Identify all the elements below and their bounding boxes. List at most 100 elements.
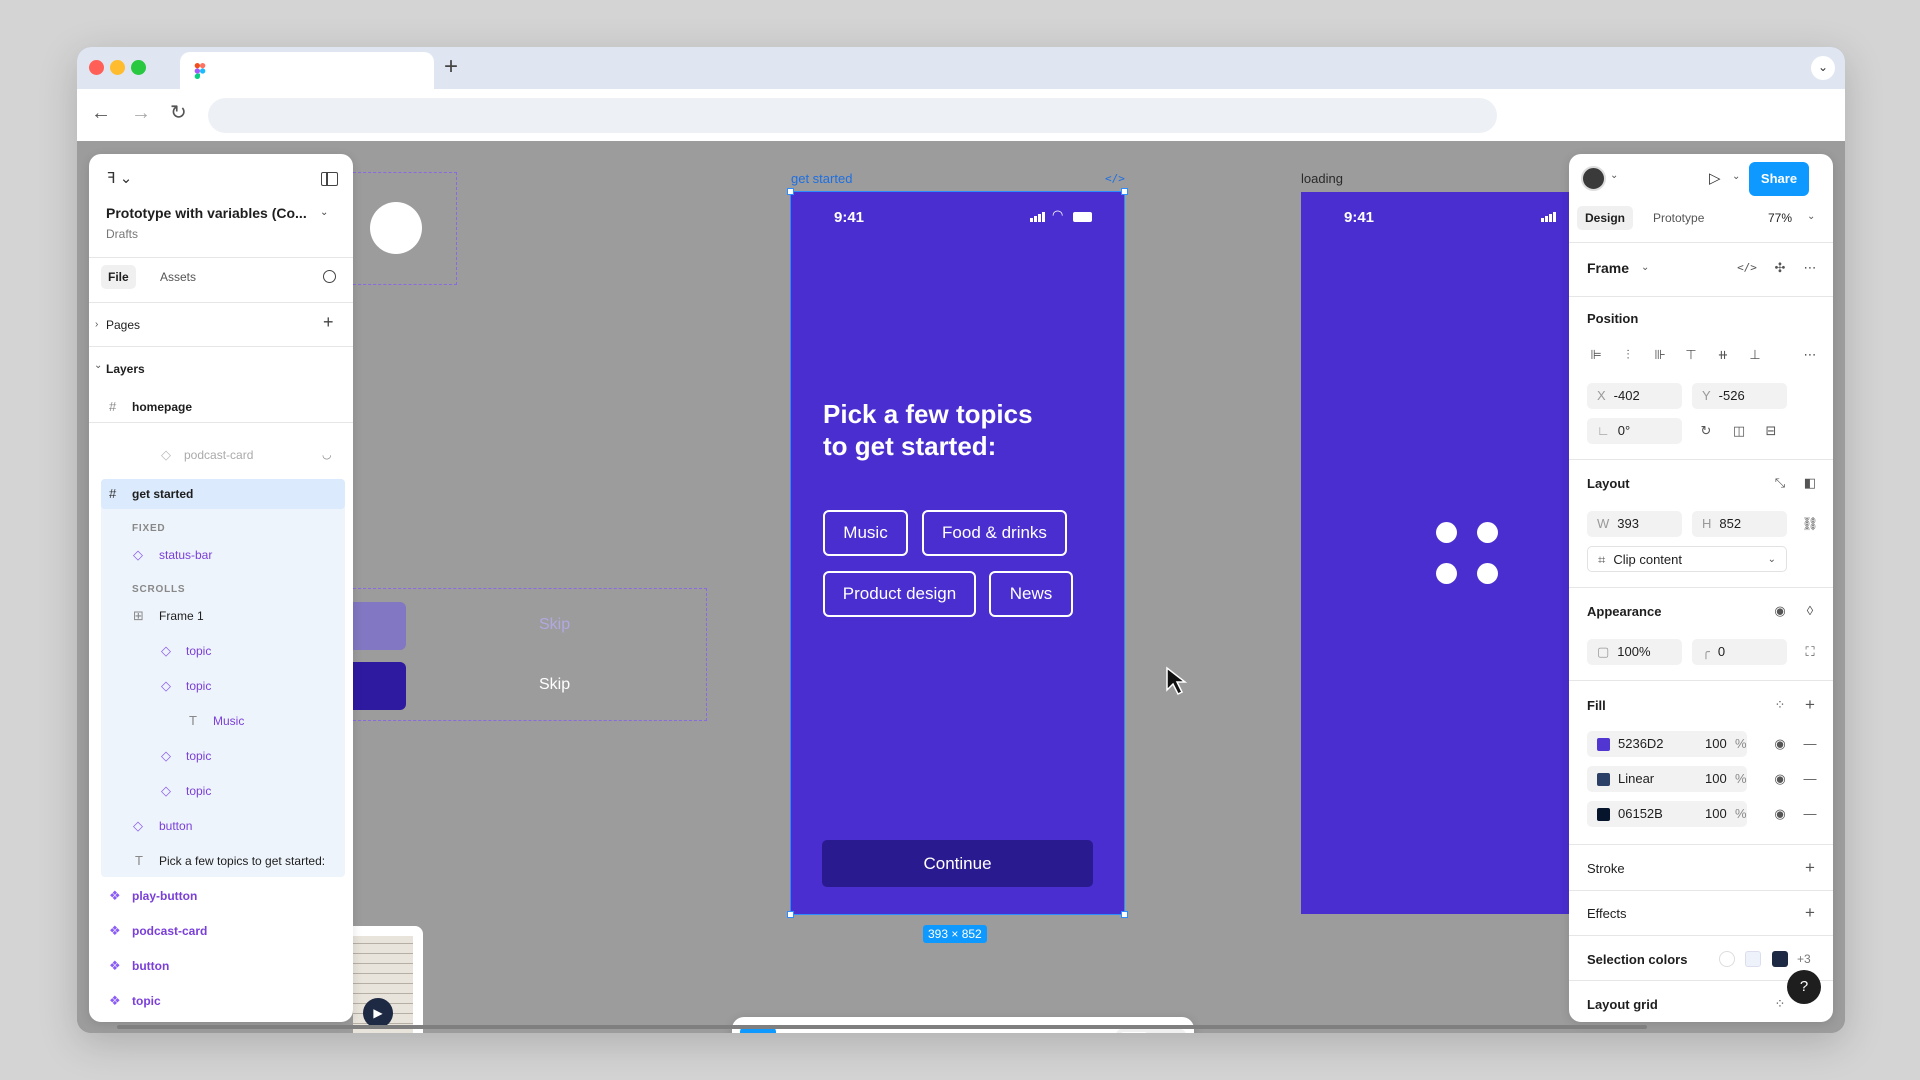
layer-heading-text[interactable]: T Pick a few topics to get started: [89, 846, 353, 876]
add-page-icon[interactable]: + [323, 312, 334, 333]
tab-prototype[interactable]: Prototype [1645, 206, 1712, 230]
browser-tab[interactable] [180, 52, 434, 89]
layer-podcast-card-component[interactable]: ❖ podcast-card [89, 916, 353, 946]
add-effect-icon[interactable]: + [1799, 902, 1821, 924]
layer-topic[interactable]: ◇ topic [89, 741, 353, 771]
flip-vertical-icon[interactable]: ⊟ [1760, 420, 1782, 442]
user-avatar[interactable] [1581, 166, 1606, 191]
layer-status-bar[interactable]: ◇ status-bar [89, 540, 353, 570]
layer-button-component[interactable]: ❖ button [89, 951, 353, 981]
layer-homepage[interactable]: # homepage [89, 392, 353, 422]
continue-button[interactable]: Continue [822, 840, 1093, 887]
topic-chip-music[interactable]: Music [823, 510, 908, 556]
topic-chip-product-design[interactable]: Product design [823, 571, 976, 617]
visibility-eye-icon[interactable]: ◉ [1769, 600, 1791, 622]
blend-mode-drop-icon[interactable]: ◊ [1799, 600, 1821, 622]
layers-chevron-icon[interactable]: ⌄ [94, 360, 102, 371]
layer-podcast-card-hidden[interactable]: ◇ podcast-card ◡ [89, 440, 353, 470]
add-stroke-icon[interactable]: + [1799, 857, 1821, 879]
share-button[interactable]: Share [1749, 162, 1809, 196]
layer-topic[interactable]: ◇ topic [89, 671, 353, 701]
canvas-horizontal-scrollbar[interactable] [117, 1025, 1647, 1029]
fill-row[interactable]: Linear 100% [1587, 766, 1747, 792]
fill-row[interactable]: 06152B 100% [1587, 801, 1747, 827]
new-tab-button[interactable]: + [444, 55, 458, 79]
component-icon[interactable]: ✣ [1769, 257, 1791, 279]
align-center-h-icon[interactable]: ⫶ [1617, 344, 1639, 366]
topic-chip-news[interactable]: News [989, 571, 1073, 617]
code-view-icon[interactable]: </> [1105, 172, 1125, 185]
maximize-window-button[interactable] [131, 60, 146, 75]
fill-visibility-eye-icon[interactable]: ◉ [1769, 768, 1791, 790]
align-center-v-icon[interactable]: ⧺ [1712, 344, 1734, 366]
frame-type-label[interactable]: Frame [1587, 260, 1629, 276]
selection-handle-br[interactable] [1121, 911, 1128, 918]
pages-chevron-icon[interactable]: › [95, 319, 98, 330]
layer-get-started[interactable]: # get started [101, 479, 345, 509]
dev-mode-toggle[interactable]: </> [1116, 1029, 1186, 1033]
align-bottom-icon[interactable]: ⊥ [1744, 344, 1766, 366]
selection-colors-more[interactable]: +3 [1797, 952, 1811, 966]
layer-play-button-component[interactable]: ❖ play-button [89, 881, 353, 911]
x-position-field[interactable]: X -402 [1587, 383, 1682, 409]
remove-fill-icon[interactable]: — [1799, 733, 1821, 755]
rectangle-tool-icon[interactable]: □ [864, 1029, 894, 1033]
minimize-window-button[interactable] [110, 60, 125, 75]
width-field[interactable]: W 393 [1587, 511, 1682, 537]
tab-search-button[interactable]: ⌄ [1811, 56, 1835, 80]
add-fill-icon[interactable]: + [1799, 694, 1821, 716]
file-title[interactable]: Prototype with variables (Co... [106, 205, 307, 221]
more-align-icon[interactable]: ⋯ [1799, 344, 1821, 366]
constrain-proportions-icon[interactable]: ⛓ [1799, 513, 1821, 535]
comment-tool-icon[interactable]: ◯ [1026, 1029, 1056, 1033]
tab-design[interactable]: Design [1577, 206, 1634, 230]
height-field[interactable]: H 852 [1692, 511, 1787, 537]
layers-section-label[interactable]: Layers [106, 362, 145, 376]
layer-music-text[interactable]: T Music [89, 706, 353, 736]
search-icon[interactable] [323, 270, 336, 283]
text-tool-icon[interactable]: T [983, 1029, 1013, 1033]
toggle-sidebar-icon[interactable] [321, 172, 338, 186]
pen-tool-icon[interactable]: ✒ [925, 1029, 955, 1033]
auto-layout-icon[interactable]: ◧ [1799, 472, 1821, 494]
align-top-icon[interactable]: ⊤ [1680, 344, 1702, 366]
remove-fill-icon[interactable]: — [1799, 803, 1821, 825]
layer-button[interactable]: ◇ button [89, 811, 353, 841]
frame-label-get-started[interactable]: get started [791, 171, 852, 186]
selection-color-swatch[interactable] [1719, 951, 1735, 967]
independent-corners-icon[interactable]: ⛶ [1799, 641, 1821, 663]
close-window-button[interactable] [89, 60, 104, 75]
layer-topic[interactable]: ◇ topic [89, 776, 353, 806]
rotate-icon[interactable]: ↻ [1695, 420, 1717, 442]
back-button[interactable]: ← [91, 103, 111, 123]
help-button[interactable]: ? [1787, 970, 1821, 1004]
reload-button[interactable]: ↻ [170, 103, 187, 123]
align-right-icon[interactable]: ⊪ [1649, 344, 1671, 366]
remove-fill-icon[interactable]: — [1799, 768, 1821, 790]
fill-visibility-eye-icon[interactable]: ◉ [1769, 733, 1791, 755]
frame-tool-icon[interactable]: # [804, 1029, 834, 1033]
frame-type-chevron-icon[interactable]: ⌄ [1641, 262, 1649, 273]
selection-handle-tr[interactable] [1121, 188, 1128, 195]
selection-handle-bl[interactable] [787, 911, 794, 918]
layout-grid-styles-icon[interactable]: ⁘ [1769, 993, 1791, 1015]
zoom-chevron-icon[interactable]: ⌄ [1807, 211, 1815, 222]
frame-label-loading[interactable]: loading [1301, 171, 1343, 186]
selection-color-swatch[interactable] [1745, 951, 1761, 967]
selection-color-swatch[interactable] [1772, 951, 1788, 967]
address-bar[interactable] [208, 98, 1497, 133]
pages-section-label[interactable]: Pages [106, 318, 140, 332]
selection-handle-tl[interactable] [787, 188, 794, 195]
collapse-layout-icon[interactable]: ⤡ [1769, 472, 1791, 494]
opacity-field[interactable]: ▢ 100% [1587, 639, 1682, 665]
phone-frame-loading[interactable]: 9:41 [1301, 192, 1569, 914]
forward-button[interactable]: → [131, 103, 151, 123]
rotation-field[interactable]: ∟ 0° [1587, 418, 1682, 444]
zoom-level[interactable]: 77% [1768, 211, 1792, 225]
corner-radius-field[interactable]: ╭ 0 [1692, 639, 1787, 665]
clip-content-dropdown[interactable]: ⌗ Clip content ⌄ [1587, 546, 1787, 572]
more-options-icon[interactable]: ⋯ [1799, 257, 1821, 279]
layer-topic-component[interactable]: ❖ topic [89, 986, 353, 1016]
avatar-chevron-icon[interactable]: ⌄ [1610, 170, 1618, 181]
tab-assets[interactable]: Assets [153, 265, 203, 289]
